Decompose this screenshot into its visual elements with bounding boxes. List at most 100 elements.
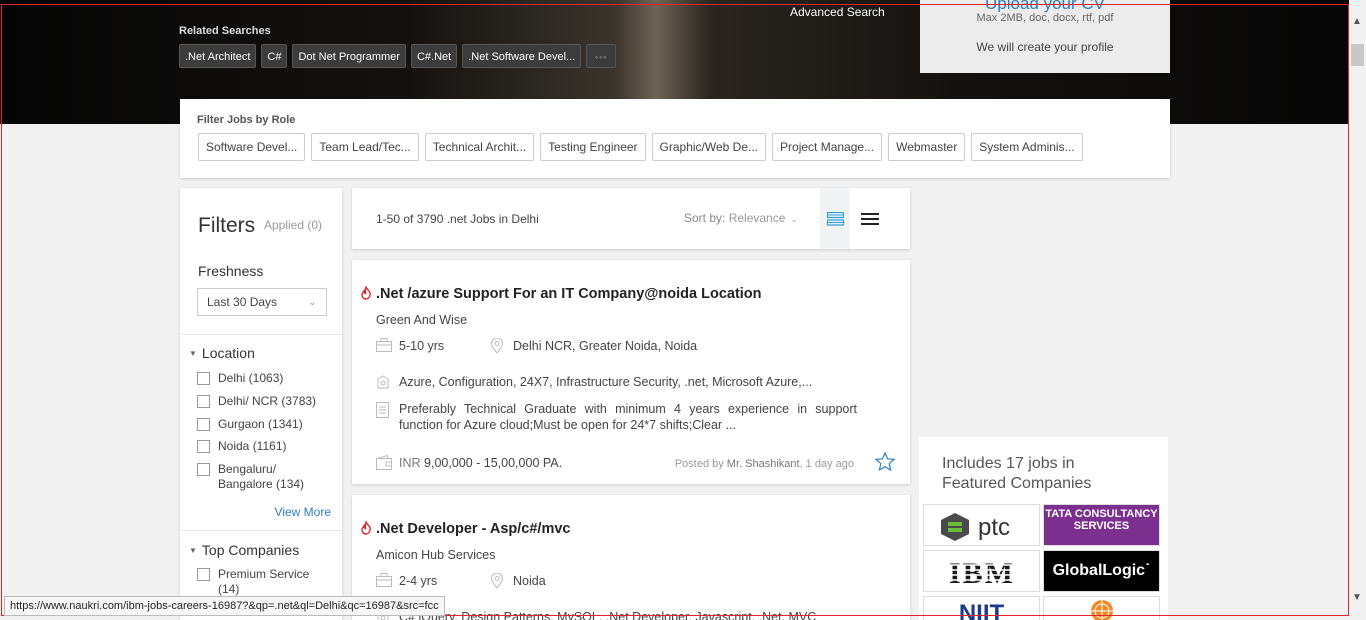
checkbox[interactable] <box>197 372 210 385</box>
filters-sidebar: Filters Applied (0) Freshness Last 30 Da… <box>180 188 342 620</box>
location-pin-icon <box>490 338 504 354</box>
location-option[interactable]: Delhi (1063) <box>197 371 283 386</box>
freshness-label: Freshness <box>198 263 264 279</box>
posted-date: , 1 day ago <box>799 458 854 470</box>
related-searches-title: Related Searches <box>179 25 271 37</box>
skills-value: Azure, Configuration, 24X7, Infrastructu… <box>399 375 813 389</box>
featured-companies: Includes 17 jobs in Featured Companies p… <box>919 437 1168 620</box>
ptc-logo[interactable]: ptc <box>923 504 1040 546</box>
divider <box>180 530 342 531</box>
related-chip[interactable]: .Net Architect <box>179 44 257 68</box>
job-location: Noida <box>490 573 546 589</box>
upload-cv-note: We will create your profile <box>976 40 1114 54</box>
checkbox[interactable] <box>197 440 210 453</box>
experience-value: 5-10 yrs <box>399 339 445 353</box>
wallet-icon <box>376 455 392 470</box>
role-list: Software Devel... Team Lead/Tec... Techn… <box>198 133 1083 161</box>
company-logo[interactable] <box>1043 596 1160 620</box>
top-companies-filter-header[interactable]: ▼ Top Companies <box>189 542 299 558</box>
svg-text:ptc: ptc <box>978 514 1010 541</box>
role-chip[interactable]: Software Devel... <box>198 133 306 161</box>
salary-currency: INR <box>399 456 421 470</box>
scroll-thumb[interactable] <box>1351 44 1364 66</box>
location-value: Delhi NCR, Greater Noida, Noida <box>513 339 698 353</box>
location-option-label: Noida (1161) <box>218 439 287 453</box>
location-option[interactable]: Noida (1161) <box>197 439 286 454</box>
detailed-view-button[interactable] <box>820 188 850 249</box>
job-description: Preferably Technical Graduate with minim… <box>376 401 857 433</box>
location-pin-icon <box>490 573 504 589</box>
chevron-down-icon: ⌄ <box>790 214 798 224</box>
job-salary: INR 9,00,000 - 15,00,000 PA. <box>376 455 563 470</box>
location-option[interactable]: Gurgaon (1341) <box>197 417 303 432</box>
related-chip[interactable]: .Net Software Devel... <box>462 44 582 68</box>
checkbox[interactable] <box>197 395 210 408</box>
sort-dropdown[interactable]: Sort by: Relevance ⌄ <box>684 211 798 225</box>
scroll-up-arrow-icon[interactable]: ▲ <box>1352 16 1362 27</box>
checkbox[interactable] <box>197 463 210 476</box>
description-text: Preferably Technical Graduate with minim… <box>399 402 857 432</box>
globallogic-logo[interactable]: GlobalLogic˙ <box>1043 550 1160 592</box>
sort-value: Relevance <box>728 211 786 225</box>
location-filter-header[interactable]: ▼ Location <box>189 345 255 361</box>
filters-title: Filters <box>198 214 256 237</box>
save-job-star-icon[interactable] <box>875 452 895 471</box>
results-count: 1-50 of 3790 .net Jobs in Delhi <box>376 212 539 226</box>
detailed-view-icon <box>827 212 844 226</box>
freshness-value: Last 30 Days <box>207 295 278 309</box>
location-option[interactable]: Bengaluru/ Bangalore (134) <box>197 462 312 492</box>
list-view-button[interactable] <box>854 188 884 249</box>
upload-cv-formats: Max 2MB, doc, docx, rtf, pdf <box>976 12 1114 24</box>
document-icon <box>376 402 389 418</box>
upload-cv-title[interactable]: Upload your CV <box>920 0 1170 12</box>
svg-text:IBM: IBM <box>949 557 1015 590</box>
role-chip[interactable]: Technical Archit... <box>424 133 535 161</box>
niit-logo[interactable]: NIIT <box>923 596 1040 620</box>
role-chip[interactable]: Graphic/Web De... <box>651 133 767 161</box>
advanced-search-link[interactable]: Advanced Search <box>790 5 885 19</box>
company-option[interactable]: Premium Service (14) <box>197 567 317 597</box>
related-chip[interactable]: Dot Net Programmer <box>292 44 406 68</box>
location-option-label: Gurgaon (1341) <box>218 417 303 431</box>
role-filter-title: Filter Jobs by Role <box>197 114 296 126</box>
collapse-triangle-icon: ▼ <box>189 546 197 555</box>
location-option[interactable]: Delhi/ NCR (3783) <box>197 394 316 409</box>
job-title[interactable]: .Net /azure Support For an IT Company@no… <box>376 286 762 302</box>
recruiter-name[interactable]: Mr. Shashikant <box>727 458 800 470</box>
featured-title: Includes 17 jobs in Featured Companies <box>942 455 1092 492</box>
page-scrollbar[interactable]: ▲ ▼ <box>1349 0 1366 620</box>
list-view-icon <box>861 213 879 225</box>
more-related-button[interactable]: ◦◦◦ <box>586 44 617 68</box>
experience-value: 2-4 yrs <box>399 574 438 588</box>
scroll-down-arrow-icon[interactable]: ▼ <box>1352 592 1362 603</box>
job-title[interactable]: .Net Developer - Asp/c#/mvc <box>376 521 570 537</box>
role-chip[interactable]: Webmaster <box>888 133 966 161</box>
checkbox[interactable] <box>197 418 210 431</box>
experience: 5-10 yrs <box>376 338 445 353</box>
role-chip[interactable]: System Adminis... <box>971 133 1083 161</box>
company-name[interactable]: Green And Wise <box>376 313 467 327</box>
tcs-logo[interactable]: TATA CONSULTANCY SERVICES <box>1043 504 1160 546</box>
salary-value: 9,00,000 - 15,00,000 PA. <box>424 456 563 470</box>
chevron-down-icon: ⌄ <box>308 297 316 307</box>
related-chip[interactable]: C#.Net <box>410 44 458 68</box>
view-more-locations-link[interactable]: View More <box>275 505 331 519</box>
job-location: Delhi NCR, Greater Noida, Noida <box>490 338 698 354</box>
upload-cv-box[interactable]: Upload your CV Max 2MB, doc, docx, rtf, … <box>920 0 1170 73</box>
location-option-label: Bengaluru/ Bangalore (134) <box>218 462 305 491</box>
company-option-label: Premium Service (14) <box>218 567 310 596</box>
skills-icon <box>377 375 389 389</box>
role-chip[interactable]: Project Manage... <box>772 133 883 161</box>
job-card[interactable]: .Net /azure Support For an IT Company@no… <box>352 260 910 484</box>
role-chip[interactable]: Team Lead/Tec... <box>311 133 419 161</box>
results-header: 1-50 of 3790 .net Jobs in Delhi Sort by:… <box>352 188 910 249</box>
status-bar-url: https://www.naukri.com/ibm-jobs-careers-… <box>4 596 445 616</box>
filters-applied-count: Applied (0) <box>264 218 323 232</box>
related-chip[interactable]: C# <box>261 44 288 68</box>
ibm-logo[interactable]: IBM <box>923 550 1040 592</box>
freshness-select[interactable]: Last 30 Days ⌄ <box>197 288 327 316</box>
hot-job-icon <box>361 286 371 300</box>
role-chip[interactable]: Testing Engineer <box>540 133 646 161</box>
company-name[interactable]: Amicon Hub Services <box>376 548 496 562</box>
checkbox[interactable] <box>197 568 210 581</box>
